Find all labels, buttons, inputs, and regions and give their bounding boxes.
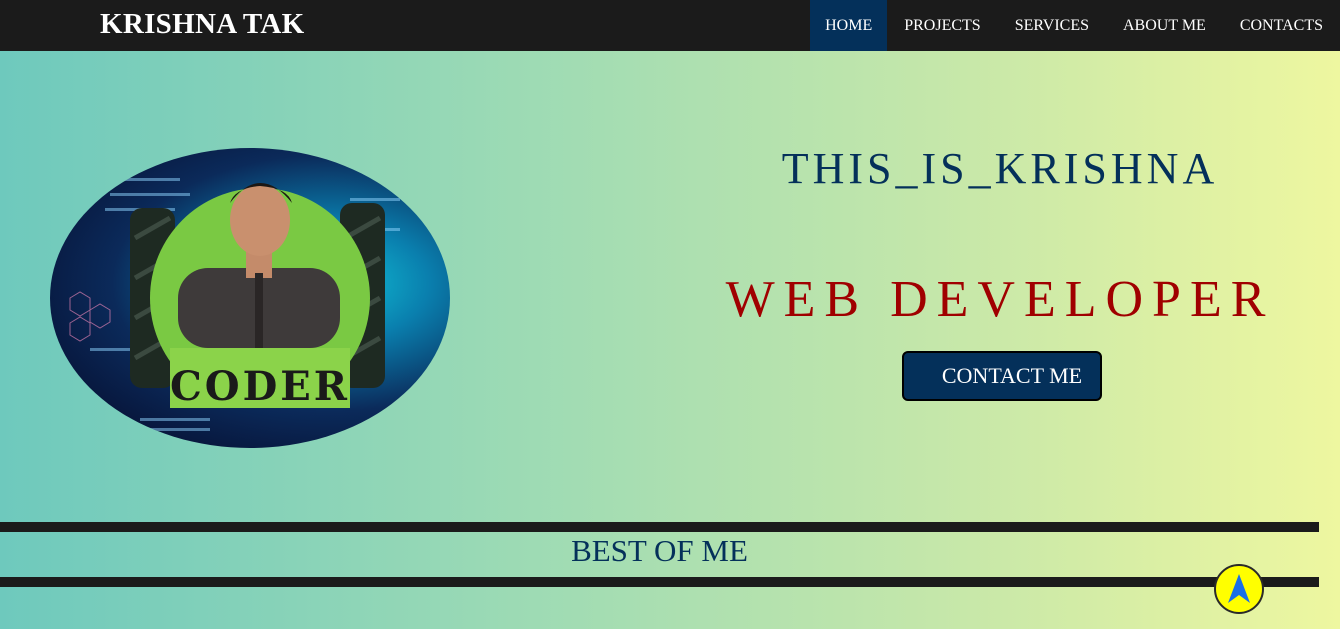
brand-logo[interactable]: KRISHNA TAK — [100, 8, 304, 41]
hero-role: WEB DEVELOPER — [725, 271, 1275, 328]
nav-item-services[interactable]: SERVICES — [998, 0, 1106, 51]
hexagon-pattern — [69, 291, 111, 342]
nav-item-about-me[interactable]: ABOUT ME — [1106, 0, 1223, 51]
section-title: BEST OF ME — [571, 533, 748, 568]
badge-text: CODER — [170, 363, 350, 410]
scroll-top-button[interactable] — [1214, 564, 1264, 614]
nav-menu: HOME PROJECTS SERVICES ABOUT ME CONTACTS — [810, 0, 1340, 51]
profile-photo: CODER — [50, 148, 450, 448]
profile-illustration: CODER — [69, 178, 400, 431]
contact-me-button[interactable]: CONTACT ME — [902, 351, 1102, 401]
nav-item-projects[interactable]: PROJECTS — [887, 0, 997, 51]
nav-item-contacts[interactable]: CONTACTS — [1223, 0, 1340, 51]
arrow-up-icon — [1228, 574, 1250, 603]
navbar: KRISHNA TAK HOME PROJECTS SERVICES ABOUT… — [0, 0, 1340, 51]
nav-item-home[interactable]: HOME — [810, 0, 888, 51]
section-divider-top — [0, 522, 1319, 532]
section-divider-bottom — [0, 577, 1319, 587]
hero-handle: THIS_IS_KRISHNA — [781, 144, 1219, 193]
